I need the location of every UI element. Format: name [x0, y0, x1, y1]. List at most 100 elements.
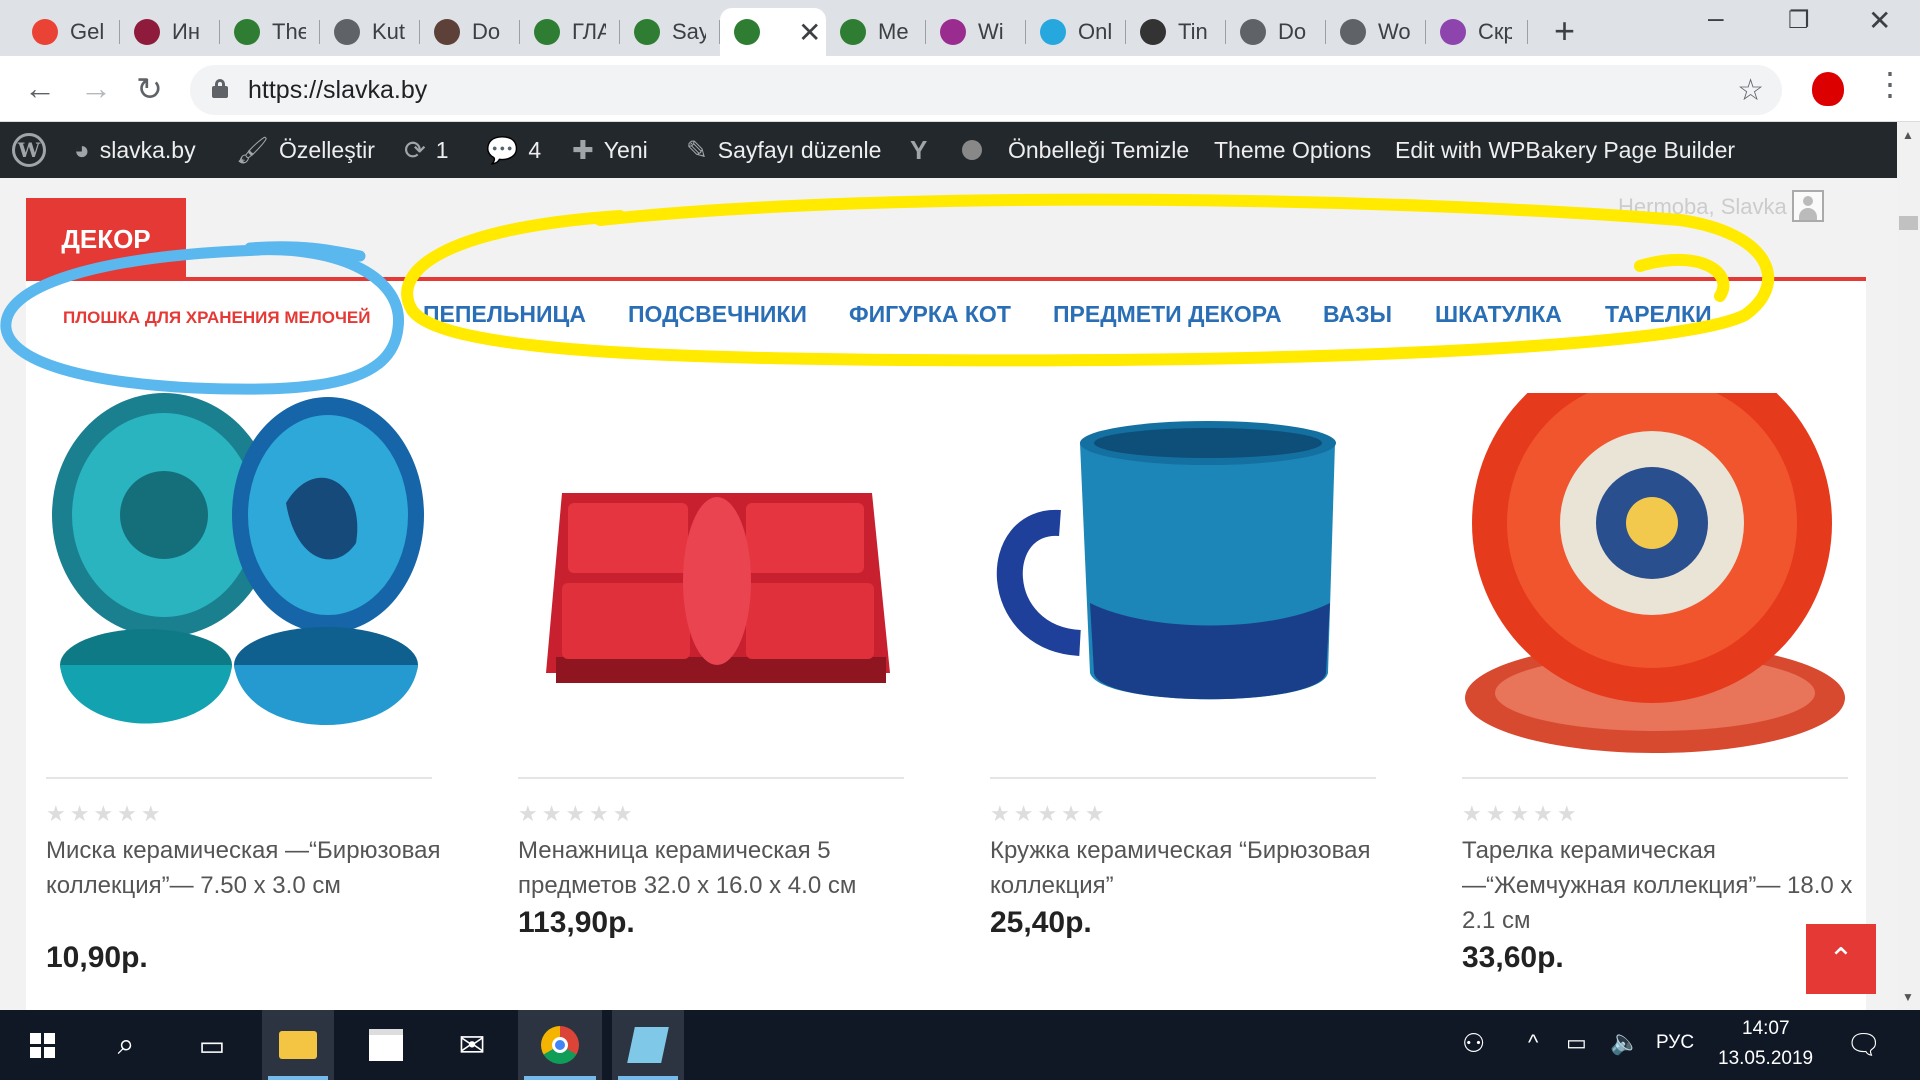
- avatar[interactable]: [1792, 190, 1824, 222]
- clock-date[interactable]: 13.05.2019: [1718, 1048, 1813, 1070]
- product-card[interactable]: ★★★★★ Кружка керамическая “Бирюзовая кол…: [990, 393, 1376, 993]
- category-link-storage-dish[interactable]: ПЛОШКА ДЛЯ ХРАНЕНИЯ МЕЛОЧЕЙ: [63, 308, 370, 328]
- clock-time[interactable]: 14:07: [1742, 1018, 1790, 1040]
- extension-icon[interactable]: [1812, 72, 1844, 106]
- category-title-badge: ДЕКОР: [26, 198, 186, 281]
- file-explorer-icon[interactable]: [262, 1010, 334, 1080]
- windows-taskbar: ⌕ ▭ ✉ ⚇ ^ ▭ 🔈 РУС 14:07 13.05.2019 🗨: [0, 1010, 1920, 1080]
- yoast-icon[interactable]: Y: [910, 122, 937, 178]
- tab-title: Gel: [70, 19, 104, 44]
- product-name[interactable]: Тарелка керамическая —“Жемчужная коллекц…: [1462, 833, 1862, 938]
- category-link-candlesticks[interactable]: ПОДСВЕЧНИКИ: [628, 301, 807, 328]
- volume-icon[interactable]: 🔈: [1610, 1028, 1640, 1057]
- admin-updates-link[interactable]: ⟳ 1: [404, 122, 449, 178]
- scrollbar-thumb[interactable]: [1899, 216, 1918, 230]
- people-icon[interactable]: ⚇: [1462, 1028, 1485, 1059]
- bookmark-star-icon[interactable]: ☆: [1737, 73, 1764, 108]
- admin-customize-link[interactable]: 🖌 Özelleştir: [236, 122, 375, 178]
- scroll-to-top-button[interactable]: ⌃: [1806, 924, 1876, 994]
- category-link-plates[interactable]: ТАРЕЛКИ: [1605, 301, 1712, 328]
- new-tab-icon[interactable]: +: [1554, 10, 1575, 52]
- grid-icon: [534, 19, 560, 45]
- product-card[interactable]: ★★★★★ Тарелка керамическая —“Жемчужная к…: [1462, 393, 1852, 993]
- language-indicator[interactable]: РУС: [1656, 1032, 1694, 1054]
- battery-icon[interactable]: ▭: [1566, 1030, 1587, 1056]
- product-card[interactable]: ★★★★★ Миска керамическая —“Бирюзовая кол…: [46, 393, 440, 993]
- header-divider: [26, 277, 1866, 281]
- chrome-icon[interactable]: [518, 1010, 602, 1080]
- forward-icon[interactable]: →: [80, 70, 112, 107]
- scroll-up-arrow-icon[interactable]: ▲: [1902, 128, 1914, 142]
- product-image[interactable]: [990, 393, 1376, 763]
- browser-tab[interactable]: The: [220, 8, 320, 56]
- task-view-icon[interactable]: ▭: [176, 1010, 248, 1080]
- admin-new-link[interactable]: ✚ Yeni: [572, 122, 648, 178]
- admin-edit-page-link[interactable]: ✎ Sayfayı düzenle: [686, 122, 881, 178]
- chevron-up-icon[interactable]: ^: [1528, 1030, 1538, 1056]
- browser-tab[interactable]: Скр: [1426, 8, 1528, 56]
- product-name[interactable]: Миска керамическая —“Бирюзовая коллекция…: [46, 833, 446, 903]
- category-link-ashtray[interactable]: ПЕПЕЛЬНИЦА: [423, 301, 586, 328]
- product-price: 33,60р.: [1462, 941, 1564, 974]
- browser-tab[interactable]: ГЛА: [520, 8, 620, 56]
- page-scrollbar[interactable]: ▲ ▼: [1897, 122, 1920, 1010]
- tab-title: Kut: [372, 19, 406, 44]
- wp-logo-icon[interactable]: W: [12, 122, 46, 178]
- browser-tab[interactable]: Do: [1226, 8, 1326, 56]
- admin-theme-options-link[interactable]: Theme Options: [1214, 122, 1371, 178]
- product-name[interactable]: Кружка керамическая “Бирюзовая коллекция…: [990, 833, 1390, 903]
- browser-tab[interactable]: Tin: [1126, 8, 1226, 56]
- category-link-cat-figurine[interactable]: ФИГУРКА КОТ: [849, 301, 1011, 328]
- browser-tab[interactable]: Gel: [18, 8, 120, 56]
- admin-site-link[interactable]: ◕ slavka.by: [74, 122, 196, 178]
- browser-tab[interactable]: Wo: [1326, 8, 1426, 56]
- comments-count: 4: [528, 136, 542, 163]
- browser-toolbar: ← → ↻ https://slavka.by ☆ ⋮: [0, 56, 1920, 122]
- product-image[interactable]: [518, 393, 904, 763]
- seo-status-dot-icon[interactable]: [962, 122, 982, 178]
- notepad-app-icon[interactable]: [612, 1010, 684, 1080]
- windows-start-icon[interactable]: [0, 1010, 84, 1080]
- updates-count: 1: [435, 136, 449, 163]
- lock-icon: [212, 79, 228, 98]
- category-link-vases[interactable]: ВАЗЫ: [1323, 301, 1392, 328]
- notifications-icon[interactable]: 🗨: [1846, 1028, 1882, 1061]
- product-name[interactable]: Менажница керамическая 5 предметов 32.0 …: [518, 833, 918, 903]
- browser-tab[interactable]: Kut: [320, 8, 420, 56]
- admin-comments-link[interactable]: 💬 4: [486, 122, 541, 178]
- edit-page-label: Sayfayı düzenle: [717, 136, 882, 163]
- browser-menu-icon[interactable]: ⋮: [1874, 68, 1906, 100]
- close-window-icon[interactable]: ✕: [1868, 4, 1891, 37]
- tab-title: Do: [472, 19, 501, 44]
- search-icon[interactable]: ⌕: [90, 1010, 162, 1080]
- product-image[interactable]: [1462, 393, 1848, 763]
- product-card[interactable]: ★★★★★ Менажница керамическая 5 предметов…: [518, 393, 904, 993]
- admin-clear-cache-link[interactable]: Önbelleği Temizle: [1008, 122, 1189, 178]
- browser-tab[interactable]: Ин: [120, 8, 220, 56]
- grid-icon: [634, 19, 660, 45]
- tab-title: Me: [878, 19, 909, 44]
- book-icon: [434, 19, 460, 45]
- product-image[interactable]: [46, 393, 432, 763]
- minimize-icon[interactable]: –: [1708, 2, 1724, 34]
- browser-tab[interactable]: Wi: [926, 8, 1026, 56]
- browser-tab[interactable]: Onl: [1026, 8, 1126, 56]
- back-icon[interactable]: ←: [24, 70, 56, 107]
- mail-icon[interactable]: ✉: [436, 1010, 508, 1080]
- browser-tab[interactable]: Me: [826, 8, 926, 56]
- url-text[interactable]: https://slavka.by: [248, 76, 427, 105]
- scroll-down-arrow-icon[interactable]: ▼: [1902, 990, 1914, 1004]
- restore-icon[interactable]: ❐: [1788, 6, 1810, 35]
- browser-tab[interactable]: Say: [620, 8, 720, 56]
- browser-tab[interactable]: Do: [420, 8, 520, 56]
- tab-title: Say: [672, 19, 706, 44]
- reload-icon[interactable]: ↻: [136, 70, 163, 108]
- browser-tab[interactable]: ✕: [720, 8, 826, 56]
- address-bar[interactable]: https://slavka.by ☆: [190, 65, 1782, 115]
- store-icon[interactable]: [350, 1010, 422, 1080]
- category-link-decor-items[interactable]: ПРЕДМЕТИ ДЕКОРА: [1053, 301, 1282, 328]
- tab-close-icon[interactable]: ✕: [798, 16, 821, 49]
- category-link-jewelry-box[interactable]: ШКАТУЛКА: [1435, 301, 1562, 328]
- admin-wpbakery-link[interactable]: Edit with WPBakery Page Builder: [1395, 122, 1735, 178]
- tab-title: The: [272, 19, 306, 44]
